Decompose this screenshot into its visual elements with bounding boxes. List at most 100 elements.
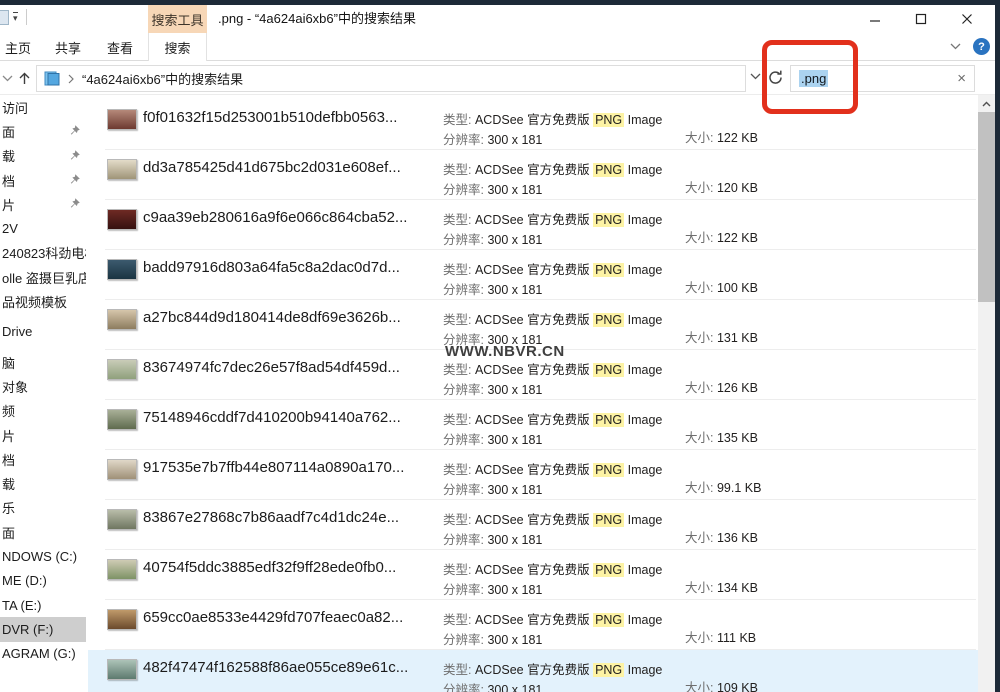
- clear-search-icon[interactable]: ×: [957, 71, 966, 86]
- scrollbar-up-button[interactable]: [978, 95, 995, 112]
- file-name[interactable]: 40754f5ddc3885edf32f9ff28ede0fb0...: [143, 559, 396, 576]
- file-thumbnail[interactable]: [107, 409, 137, 430]
- file-row[interactable]: c9aa39eb280616a9f6e066c864cba52... 类型: A…: [88, 200, 978, 250]
- file-name[interactable]: 482f47474f162588f86ae055ce89e61c...: [143, 659, 408, 676]
- file-row[interactable]: badd97916d803a64fa5c8a2dac0d7d... 类型: AC…: [88, 250, 978, 300]
- file-name[interactable]: 917535e7b7ffb44e807114a0890a170...: [143, 459, 404, 476]
- resolution-value: 300 x 181: [487, 183, 542, 197]
- file-thumbnail[interactable]: [107, 459, 137, 480]
- sidebar-item[interactable]: 面: [0, 119, 86, 143]
- sidebar-item-label: 对象: [2, 377, 28, 396]
- sidebar-item[interactable]: 240823科劲电机: [0, 241, 86, 265]
- sidebar-item[interactable]: 乐: [0, 496, 86, 520]
- file-row[interactable]: 83867e27868c7b86aadf7c4d1dc24e... 类型: AC…: [88, 500, 978, 550]
- back-history-chevron-icon[interactable]: [2, 75, 13, 82]
- sidebar-item[interactable]: NDOWS (C:): [0, 544, 86, 568]
- qat-customize-button[interactable]: ▾: [13, 12, 18, 23]
- tab-search[interactable]: 搜索: [148, 33, 207, 61]
- size-label: 大小:: [685, 631, 713, 645]
- resolution-value: 300 x 181: [487, 233, 542, 247]
- file-thumbnail[interactable]: [107, 309, 137, 330]
- sidebar-item[interactable]: 脑: [0, 350, 86, 374]
- file-name[interactable]: dd3a785425d41d675bc2d031e608ef...: [143, 159, 401, 176]
- file-name[interactable]: a27bc844d9d180414de8df69e3626b...: [143, 309, 401, 326]
- sidebar-item[interactable]: 频: [0, 399, 86, 423]
- sidebar-item[interactable]: 面: [0, 520, 86, 544]
- file-thumbnail[interactable]: [107, 659, 137, 680]
- close-button[interactable]: [944, 5, 990, 33]
- file-resolution-line: 分辨率: 300 x 181: [443, 679, 542, 692]
- file-resolution-line: 分辨率: 300 x 181: [443, 279, 542, 298]
- type-value-suffix: Image: [628, 563, 663, 577]
- tab-view[interactable]: 查看: [96, 33, 144, 61]
- resolution-value: 300 x 181: [487, 133, 542, 147]
- sidebar-item[interactable]: 载: [0, 144, 86, 168]
- breadcrumb-path[interactable]: “4a624ai6xb6”中的搜索结果: [82, 69, 243, 88]
- sidebar-item[interactable]: 档: [0, 168, 86, 192]
- minimize-button[interactable]: [852, 5, 898, 33]
- file-type-line: 类型: ACDSee 官方免费版 PNG Image: [443, 509, 662, 528]
- file-thumbnail[interactable]: [107, 109, 137, 130]
- size-label: 大小:: [685, 581, 713, 595]
- file-resolution-line: 分辨率: 300 x 181: [443, 479, 542, 498]
- file-row[interactable]: 482f47474f162588f86ae055ce89e61c... 类型: …: [88, 650, 978, 692]
- file-thumbnail[interactable]: [107, 159, 137, 180]
- file-thumbnail[interactable]: [107, 609, 137, 630]
- breadcrumb-chevron-icon[interactable]: [68, 74, 74, 84]
- file-name[interactable]: badd97916d803a64fa5c8a2dac0d7d...: [143, 259, 400, 276]
- sidebar-item[interactable]: 载: [0, 471, 86, 495]
- file-thumbnail[interactable]: [107, 359, 137, 380]
- file-name[interactable]: 83674974fc7dec26e57f8ad54df459d...: [143, 359, 400, 376]
- type-value-suffix: Image: [628, 363, 663, 377]
- file-thumbnail[interactable]: [107, 559, 137, 580]
- tab-share[interactable]: 共享: [44, 33, 92, 61]
- file-name[interactable]: f0f01632f15d253001b510defbb0563...: [143, 109, 397, 126]
- sidebar-item[interactable]: 档: [0, 447, 86, 471]
- up-directory-icon[interactable]: [17, 70, 32, 86]
- sidebar-item-label: 片: [2, 195, 15, 214]
- file-row[interactable]: dd3a785425d41d675bc2d031e608ef... 类型: AC…: [88, 150, 978, 200]
- search-tools-contextual-tab[interactable]: 搜索工具: [148, 5, 207, 33]
- file-name[interactable]: 83867e27868c7b86aadf7c4d1dc24e...: [143, 509, 399, 526]
- sidebar-item[interactable]: 2V: [0, 216, 86, 240]
- sidebar-item[interactable]: ME (D:): [0, 569, 86, 593]
- vertical-scrollbar[interactable]: [978, 95, 995, 692]
- refresh-icon[interactable]: [767, 69, 784, 86]
- file-thumbnail[interactable]: [107, 509, 137, 530]
- search-input[interactable]: .png ×: [790, 65, 975, 92]
- help-icon[interactable]: ?: [973, 38, 990, 55]
- sidebar-item[interactable]: Drive: [0, 320, 86, 344]
- file-type-line: 类型: ACDSee 官方免费版 PNG Image: [443, 459, 662, 478]
- navigation-bar: “4a624ai6xb6”中的搜索结果 .png ×: [0, 62, 995, 95]
- address-bar[interactable]: “4a624ai6xb6”中的搜索结果: [36, 65, 746, 92]
- sidebar-item[interactable]: 片: [0, 423, 86, 447]
- ribbon-expand-chevron-icon[interactable]: [950, 43, 961, 50]
- size-label: 大小:: [685, 281, 713, 295]
- file-row[interactable]: 917535e7b7ffb44e807114a0890a170... 类型: A…: [88, 450, 978, 500]
- address-dropdown-chevron-icon[interactable]: [750, 73, 761, 80]
- sidebar-item[interactable]: DVR (F:): [0, 617, 86, 641]
- file-thumbnail[interactable]: [107, 259, 137, 280]
- file-name[interactable]: c9aa39eb280616a9f6e066c864cba52...: [143, 209, 407, 226]
- file-row[interactable]: 659cc0ae8533e4429fd707feaec0a82... 类型: A…: [88, 600, 978, 650]
- search-input-value[interactable]: .png: [799, 70, 828, 87]
- sidebar-item[interactable]: 品视频模板: [0, 289, 86, 313]
- sidebar-item[interactable]: 访问: [0, 95, 86, 119]
- sidebar-item[interactable]: olle 盗摄巨乳店: [0, 265, 86, 289]
- sidebar-item-label: 载: [2, 474, 15, 493]
- sidebar-item[interactable]: AGRAM (G:): [0, 642, 86, 666]
- sidebar-item[interactable]: TA (E:): [0, 593, 86, 617]
- resolution-value: 300 x 181: [487, 533, 542, 547]
- tab-home[interactable]: 主页: [0, 33, 42, 61]
- file-row[interactable]: 40754f5ddc3885edf32f9ff28ede0fb0... 类型: …: [88, 550, 978, 600]
- file-thumbnail[interactable]: [107, 209, 137, 230]
- file-row[interactable]: 75148946cddf7d410200b94140a762... 类型: AC…: [88, 400, 978, 450]
- file-name[interactable]: 659cc0ae8533e4429fd707feaec0a82...: [143, 609, 403, 626]
- sidebar-item[interactable]: 对象: [0, 374, 86, 398]
- maximize-button[interactable]: [898, 5, 944, 33]
- file-row[interactable]: f0f01632f15d253001b510defbb0563... 类型: A…: [88, 100, 978, 150]
- sidebar-item-label: 2V: [2, 221, 18, 236]
- file-name[interactable]: 75148946cddf7d410200b94140a762...: [143, 409, 401, 426]
- sidebar-item[interactable]: 片: [0, 192, 86, 216]
- scrollbar-thumb[interactable]: [978, 112, 995, 302]
